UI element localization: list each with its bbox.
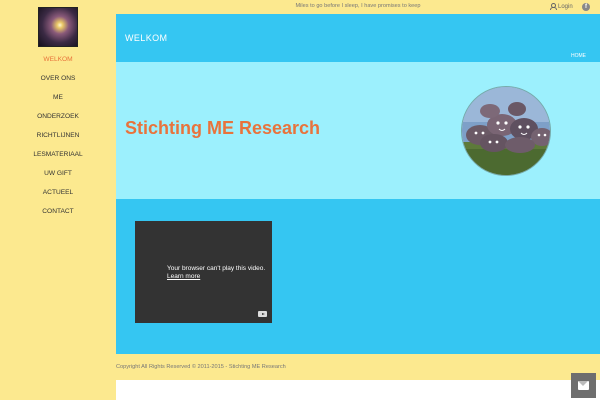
tagline: Miles to go before I sleep, I have promi… xyxy=(295,3,421,9)
video-section: Your browser can't play this video. Lear… xyxy=(116,199,600,354)
footer: Copyright All Rights Reserved © 2011-201… xyxy=(116,354,600,380)
painted-rocks-image xyxy=(461,86,551,176)
nav-item-over-ons[interactable]: OVER ONS xyxy=(0,69,116,88)
video-player[interactable]: Your browser can't play this video. Lear… xyxy=(135,221,272,323)
nav-item-welkom[interactable]: WELKOM xyxy=(0,50,116,69)
nav-item-me[interactable]: ME xyxy=(0,88,116,107)
hero-section: Stichting ME Research xyxy=(116,62,600,199)
breadcrumb-home[interactable]: HOME xyxy=(571,53,586,59)
login-link[interactable]: Login xyxy=(550,3,573,10)
nav-item-uw-gift[interactable]: UW GIFT xyxy=(0,164,116,183)
video-error-text: Your browser can't play this video. xyxy=(167,265,266,272)
youtube-icon[interactable] xyxy=(258,311,267,317)
learn-more-link[interactable]: Learn more xyxy=(167,273,265,281)
copyright-text: Copyright All Rights Reserved © 2011-201… xyxy=(116,364,286,370)
envelope-icon xyxy=(578,381,589,390)
nav-item-onderzoek[interactable]: ONDERZOEK xyxy=(0,107,116,126)
page-title: WELKOM xyxy=(125,33,168,43)
login-label: Login xyxy=(558,4,573,10)
hero-title: Stichting ME Research xyxy=(125,118,321,138)
nav-item-lesmateriaal[interactable]: LESMATERIAAL xyxy=(0,145,116,164)
sidebar: WELKOM OVER ONS ME ONDERZOEK RICHTLIJNEN… xyxy=(0,0,116,400)
facebook-icon[interactable]: f xyxy=(582,3,590,11)
nav-item-actueel[interactable]: ACTUEEL xyxy=(0,183,116,202)
nav-item-richtlijnen[interactable]: RICHTLIJNEN xyxy=(0,126,116,145)
nav-item-contact[interactable]: CONTACT xyxy=(0,202,116,221)
video-message: Your browser can't play this video. Lear… xyxy=(167,265,265,281)
page-bottom xyxy=(116,380,600,400)
page-header: WELKOM HOME xyxy=(116,14,600,62)
user-icon xyxy=(550,3,557,10)
message-button[interactable] xyxy=(571,373,596,398)
site-logo[interactable] xyxy=(38,7,78,47)
main-nav: WELKOM OVER ONS ME ONDERZOEK RICHTLIJNEN… xyxy=(0,50,116,221)
top-bar: Miles to go before I sleep, I have promi… xyxy=(116,0,600,14)
